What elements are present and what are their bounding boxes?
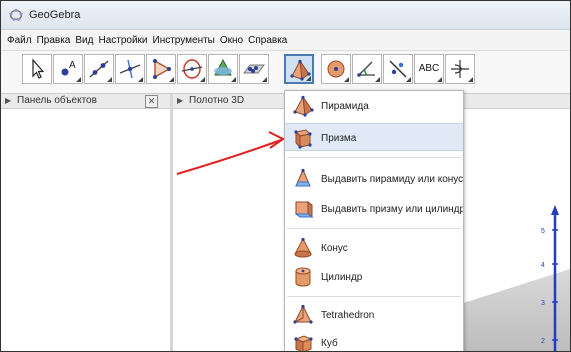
text-tool-label: ABC bbox=[418, 63, 440, 74]
menu-item-extrude-pyramid[interactable]: Выдавить пирамиду или конус bbox=[285, 165, 463, 193]
toolbar: A ABC bbox=[1, 51, 570, 94]
point-tool-button[interactable]: A bbox=[53, 54, 83, 84]
line-tool-button[interactable] bbox=[84, 54, 114, 84]
menu-item-label: Tetrahedron bbox=[321, 310, 375, 321]
menu-view[interactable]: Вид bbox=[75, 35, 93, 46]
close-icon[interactable]: ✕ bbox=[145, 95, 158, 108]
objects-panel-header: ▶ Панель объектов ✕ bbox=[1, 94, 170, 109]
z-tick-label: 4 bbox=[541, 262, 545, 269]
menu-item-extrude-prism[interactable]: Выдавить призму или цилиндр bbox=[285, 195, 463, 223]
submenu-indicator-icon bbox=[437, 77, 442, 82]
cylinder-icon bbox=[295, 267, 311, 287]
z-tick-label: 2 bbox=[541, 338, 545, 345]
menu-edit[interactable]: Правка bbox=[37, 35, 71, 46]
menu-item-tetrahedron[interactable]: Tetrahedron bbox=[285, 301, 463, 329]
menu-file[interactable]: Файл bbox=[7, 35, 32, 46]
geogebra-window: GeoGebra Файл Правка Вид Настройки Инстр… bbox=[0, 0, 571, 352]
pyramid-icon bbox=[293, 95, 314, 117]
menu-separator bbox=[287, 228, 461, 229]
menu-item-cone[interactable]: Конус bbox=[285, 234, 463, 262]
panel-collapse-arrow-icon[interactable]: ▶ bbox=[177, 96, 183, 105]
submenu-indicator-icon bbox=[406, 77, 411, 82]
menu-item-label: Выдавить призму или цилиндр bbox=[321, 204, 464, 215]
circle-axis-tool-button[interactable] bbox=[177, 54, 207, 84]
menu-item-label: Куб bbox=[321, 338, 338, 349]
menu-item-label: Выдавить пирамиду или конус bbox=[321, 174, 464, 185]
panel-collapse-arrow-icon[interactable]: ▶ bbox=[5, 96, 11, 105]
menu-item-cylinder[interactable]: Цилиндр bbox=[285, 263, 463, 291]
menu-tools[interactable]: Инструменты bbox=[153, 35, 215, 46]
submenu-indicator-icon bbox=[138, 77, 143, 82]
submenu-indicator-icon bbox=[306, 76, 311, 81]
menu-item-label: Призма bbox=[321, 133, 357, 144]
tetrahedron-icon bbox=[293, 304, 313, 324]
menu-item-cube[interactable]: Куб bbox=[285, 329, 463, 351]
reflect-tool-button[interactable] bbox=[383, 54, 413, 84]
svg-text:A: A bbox=[69, 60, 76, 71]
submenu-indicator-icon bbox=[375, 77, 380, 82]
cursor-arrow-icon bbox=[32, 58, 45, 79]
menu-bar: Файл Правка Вид Настройки Инструменты Ок… bbox=[1, 30, 570, 51]
submenu-indicator-icon bbox=[169, 77, 174, 82]
menu-separator bbox=[287, 157, 461, 158]
extrude-prism-icon bbox=[294, 201, 314, 218]
move-tool-button[interactable] bbox=[22, 54, 52, 84]
cone-icon bbox=[294, 237, 312, 258]
z-tick-label: 5 bbox=[541, 228, 545, 235]
submenu-indicator-icon bbox=[76, 77, 81, 82]
polygon-tool-button[interactable] bbox=[146, 54, 176, 84]
menu-item-label: Пирамида bbox=[321, 101, 369, 112]
prism-icon bbox=[294, 129, 312, 149]
text-tool-button[interactable]: ABC bbox=[414, 54, 444, 84]
annotation-arrow-icon bbox=[176, 131, 285, 175]
z-axis-arrow-icon bbox=[551, 205, 559, 215]
intersect-surfaces-tool-button[interactable] bbox=[208, 54, 238, 84]
submenu-indicator-icon bbox=[344, 77, 349, 82]
angle-tool-button[interactable] bbox=[352, 54, 382, 84]
pyramid-tool-button[interactable] bbox=[284, 54, 314, 84]
graphics-3d-title: Полотно 3D bbox=[189, 95, 245, 106]
plane-tool-button[interactable] bbox=[239, 54, 269, 84]
menu-window[interactable]: Окно bbox=[220, 35, 243, 46]
submenu-indicator-icon bbox=[468, 77, 473, 82]
z-tick-label: 3 bbox=[541, 300, 545, 307]
submenu-indicator-icon bbox=[262, 77, 267, 82]
menu-item-label: Конус bbox=[321, 243, 348, 254]
menu-item-pyramid[interactable]: Пирамида bbox=[285, 92, 463, 120]
menu-item-label: Цилиндр bbox=[321, 272, 363, 283]
menu-settings[interactable]: Настройки bbox=[98, 35, 147, 46]
perpendicular-tool-button[interactable] bbox=[115, 54, 145, 84]
submenu-indicator-icon bbox=[107, 77, 112, 82]
pyramid-tool-dropdown: Пирамида Призма Выдавить пирамиду или ко… bbox=[284, 90, 464, 351]
extrude-pyramid-icon bbox=[295, 168, 311, 187]
sphere-tool-button[interactable] bbox=[321, 54, 351, 84]
menu-item-prism[interactable]: Призма bbox=[285, 123, 463, 151]
title-bar: GeoGebra bbox=[1, 1, 570, 30]
submenu-indicator-icon bbox=[200, 77, 205, 82]
cube-icon bbox=[294, 335, 313, 351]
geogebra-logo-icon bbox=[9, 8, 23, 21]
window-title: GeoGebra bbox=[29, 9, 81, 21]
menu-separator bbox=[287, 296, 461, 297]
objects-panel-title: Панель объектов bbox=[17, 95, 97, 106]
menu-help[interactable]: Справка bbox=[248, 35, 287, 46]
rotate-view-tool-button[interactable] bbox=[445, 54, 475, 84]
submenu-indicator-icon bbox=[231, 77, 236, 82]
